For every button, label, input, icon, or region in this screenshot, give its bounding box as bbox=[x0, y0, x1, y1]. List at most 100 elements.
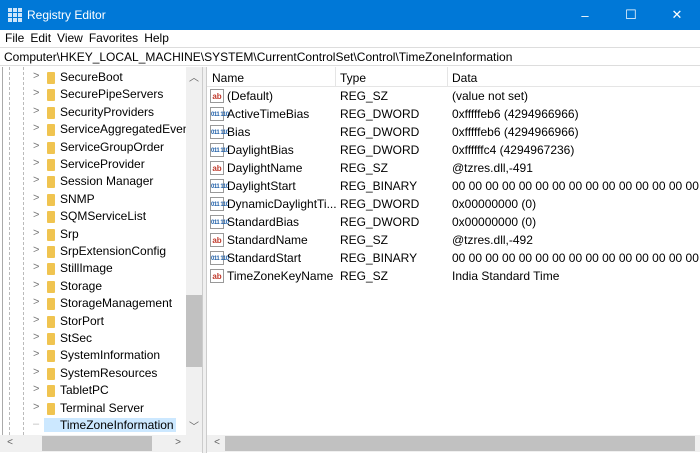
tree-item[interactable]: > StillImage bbox=[3, 260, 186, 277]
tree-item[interactable]: > Session Manager bbox=[3, 173, 186, 190]
menu-view[interactable]: View bbox=[56, 30, 88, 47]
tree-item[interactable]: – TimeZoneInformation bbox=[3, 417, 186, 434]
column-header-name[interactable]: Name bbox=[212, 71, 244, 85]
folder-icon bbox=[47, 106, 55, 119]
expand-chevron-icon[interactable]: > bbox=[33, 174, 39, 186]
expand-chevron-icon[interactable]: > bbox=[33, 261, 39, 273]
menu-favorites[interactable]: Favorites bbox=[88, 30, 143, 47]
value-row[interactable]: ab TimeZoneKeyName REG_SZ India Standard Ti… bbox=[207, 267, 700, 285]
expand-chevron-icon[interactable]: > bbox=[33, 401, 39, 413]
scrollbar-thumb[interactable] bbox=[186, 295, 202, 367]
expand-chevron-icon[interactable]: > bbox=[33, 279, 39, 291]
value-data: 0x00000000 (0) bbox=[452, 215, 537, 229]
expand-chevron-icon[interactable]: > bbox=[33, 383, 39, 395]
value-type: REG_SZ bbox=[340, 269, 389, 283]
tree-item[interactable]: > StorageManagement bbox=[3, 295, 186, 312]
value-row[interactable]: ab (Default) REG_SZ (value not set) bbox=[207, 87, 700, 105]
value-row[interactable]: ab DaylightName REG_SZ @tzres.dll,-491 bbox=[207, 159, 700, 177]
expand-chevron-icon[interactable]: > bbox=[33, 122, 39, 134]
value-name: TimeZoneKeyName bbox=[227, 269, 334, 283]
tree-item[interactable]: > ServiceAggregatedEvents bbox=[3, 121, 186, 138]
tree-item[interactable]: > SecurityProviders bbox=[3, 104, 186, 121]
expand-chevron-icon[interactable]: > bbox=[33, 244, 39, 256]
expand-chevron-icon[interactable]: > bbox=[33, 331, 39, 343]
scroll-left-arrow-icon[interactable]: < bbox=[209, 437, 225, 448]
scroll-left-arrow-icon[interactable]: < bbox=[2, 437, 18, 448]
expand-chevron-icon[interactable]: > bbox=[33, 209, 39, 221]
scroll-down-arrow-icon[interactable]: ﹀ bbox=[186, 418, 202, 433]
expand-chevron-icon[interactable]: > bbox=[33, 157, 39, 169]
value-row[interactable]: 011 110 StandardBias REG_DWORD 0x00000000 (… bbox=[207, 213, 700, 231]
minimize-button[interactable]: – bbox=[562, 0, 608, 30]
maximize-button[interactable]: ☐ bbox=[608, 0, 654, 30]
value-data: 0x00000000 (0) bbox=[452, 197, 537, 211]
scrollbar-thumb[interactable] bbox=[225, 436, 695, 451]
tree-item[interactable]: > SQMServiceList bbox=[3, 208, 186, 225]
tree-item[interactable]: > Storage bbox=[3, 278, 186, 295]
value-row[interactable]: 011 110 DaylightBias REG_DWORD 0xffffffc4 (… bbox=[207, 141, 700, 159]
tree-item[interactable]: > TabletPC bbox=[3, 382, 186, 399]
value-row[interactable]: 011 110 Bias REG_DWORD 0xfffffeb6 (42949669… bbox=[207, 123, 700, 141]
value-type: REG_DWORD bbox=[340, 197, 420, 211]
close-button[interactable]: ✕ bbox=[654, 0, 700, 30]
folder-icon bbox=[47, 211, 55, 224]
menu-help[interactable]: Help bbox=[143, 30, 174, 47]
scroll-right-arrow-icon[interactable]: > bbox=[170, 437, 186, 448]
expand-chevron-icon[interactable]: > bbox=[33, 70, 39, 82]
list-header: Name Type Data bbox=[207, 67, 700, 87]
value-row[interactable]: 011 110 DynamicDaylightTi... REG_DWORD 0x00… bbox=[207, 195, 700, 213]
expand-chevron-icon[interactable]: > bbox=[33, 140, 39, 152]
string-value-icon: ab bbox=[210, 233, 224, 247]
tree-item[interactable]: > StSec bbox=[3, 330, 186, 347]
tree-item[interactable]: > Terminal Server bbox=[3, 400, 186, 417]
column-header-type[interactable]: Type bbox=[340, 71, 366, 85]
tree-vertical-scrollbar[interactable]: ︿ ﹀ bbox=[186, 67, 202, 435]
folder-icon bbox=[47, 228, 55, 241]
value-data: @tzres.dll,-492 bbox=[452, 233, 533, 247]
tree-horizontal-scrollbar[interactable]: < > bbox=[0, 435, 202, 452]
value-type: REG_DWORD bbox=[340, 215, 420, 229]
expand-chevron-icon[interactable]: > bbox=[33, 227, 39, 239]
tree-item[interactable]: > SNMP bbox=[3, 191, 186, 208]
expand-chevron-icon[interactable]: > bbox=[33, 366, 39, 378]
tree-item[interactable]: > SystemInformation bbox=[3, 347, 186, 364]
value-data: 0xfffffeb6 (4294966966) bbox=[452, 125, 579, 139]
value-row[interactable]: 011 110 DaylightStart REG_BINARY 00 00 00 0… bbox=[207, 177, 700, 195]
string-value-icon: ab bbox=[210, 89, 224, 103]
value-name: StandardStart bbox=[227, 251, 302, 265]
list-horizontal-scrollbar[interactable]: < bbox=[207, 435, 700, 452]
tree-item[interactable]: > StorPort bbox=[3, 313, 186, 330]
tree-item[interactable]: > SrpExtensionConfig bbox=[3, 243, 186, 260]
expand-chevron-icon[interactable]: > bbox=[33, 348, 39, 360]
menu-file[interactable]: File bbox=[4, 30, 29, 47]
expand-chevron-icon[interactable]: > bbox=[33, 314, 39, 326]
value-row[interactable]: 011 110 StandardStart REG_BINARY 00 00 00 0… bbox=[207, 249, 700, 267]
tree-item[interactable]: > SystemResources bbox=[3, 365, 186, 382]
tree-item-label: Srp bbox=[60, 226, 79, 241]
string-value-icon: ab bbox=[210, 161, 224, 175]
binary-value-icon: 011 110 bbox=[210, 143, 229, 157]
tree-connector: – bbox=[33, 418, 40, 430]
tree-item[interactable]: > ServiceProvider bbox=[3, 156, 186, 173]
value-row[interactable]: ab StandardName REG_SZ @tzres.dll,-492 bbox=[207, 231, 700, 249]
tree-item-label: StorPort bbox=[60, 313, 105, 328]
menu-edit[interactable]: Edit bbox=[29, 30, 56, 47]
value-data: @tzres.dll,-491 bbox=[452, 161, 533, 175]
scroll-up-arrow-icon[interactable]: ︿ bbox=[186, 69, 202, 84]
registry-editor-app-icon bbox=[8, 8, 22, 22]
tree-item[interactable]: > SecureBoot bbox=[3, 69, 186, 86]
expand-chevron-icon[interactable]: > bbox=[33, 192, 39, 204]
value-type: REG_SZ bbox=[340, 233, 389, 247]
address-bar[interactable]: Computer\HKEY_LOCAL_MACHINE\SYSTEM\Curre… bbox=[0, 47, 700, 66]
scrollbar-thumb[interactable] bbox=[42, 436, 152, 451]
value-name: ActiveTimeBias bbox=[227, 107, 310, 121]
tree-item[interactable]: > SecurePipeServers bbox=[3, 86, 186, 103]
expand-chevron-icon[interactable]: > bbox=[33, 296, 39, 308]
value-data: (value not set) bbox=[452, 89, 529, 103]
expand-chevron-icon[interactable]: > bbox=[33, 87, 39, 99]
tree-item[interactable]: > Srp bbox=[3, 226, 186, 243]
tree-item[interactable]: > ServiceGroupOrder bbox=[3, 139, 186, 156]
expand-chevron-icon[interactable]: > bbox=[33, 105, 39, 117]
column-header-data[interactable]: Data bbox=[452, 71, 477, 85]
value-row[interactable]: 011 110 ActiveTimeBias REG_DWORD 0xfffffeb6… bbox=[207, 105, 700, 123]
